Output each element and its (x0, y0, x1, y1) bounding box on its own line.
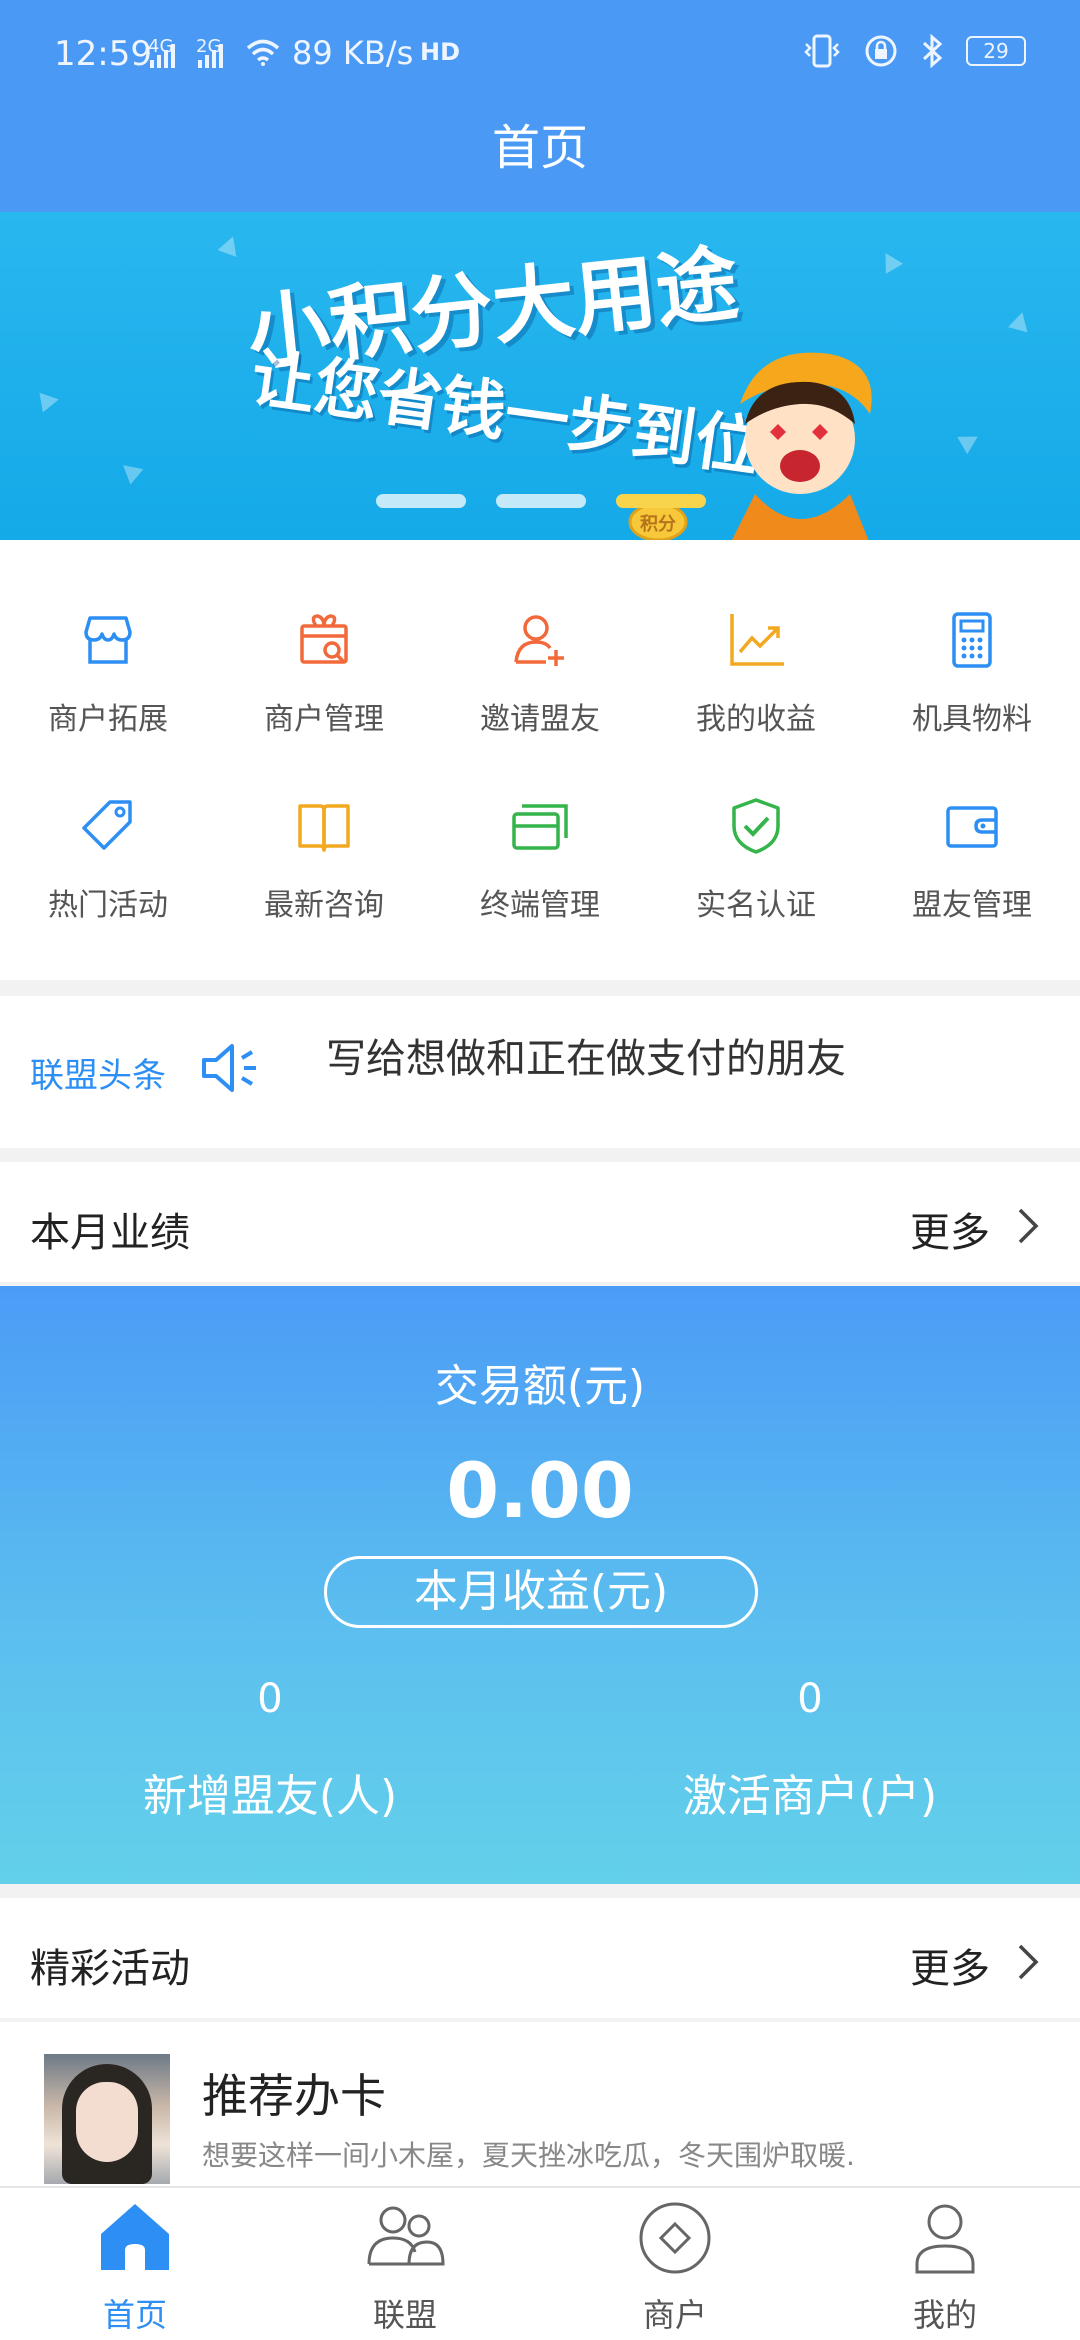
activity-card[interactable]: 推荐办卡 想要这样一间小木屋，夏天挫冰吃瓜，冬天围炉取暖. (0, 2022, 1080, 2192)
decor-shape (39, 389, 61, 413)
grid-item-realname-auth[interactable]: 实名认证 (648, 796, 864, 966)
bottom-navigation: 首页 联盟 商户 我的 (0, 2186, 1080, 2340)
cards-icon (512, 804, 568, 850)
add-user-icon (514, 615, 564, 666)
chevron-right-icon[interactable] (1012, 1206, 1044, 1246)
network-speed: 89 KB/s (292, 34, 414, 72)
grid-item-ally-manage[interactable]: 盟友管理 (864, 796, 1080, 966)
new-allies-value: 0 (257, 1676, 283, 1722)
chart-line-icon (730, 614, 784, 666)
hd-indicator: HD (420, 38, 461, 66)
battery-indicator: 29 (966, 36, 1026, 66)
grid-item-label: 机具物料 (912, 702, 1032, 737)
headline-tag: 联盟头条 (30, 1056, 166, 1096)
users-icon (367, 2206, 445, 2266)
shield-check-icon (732, 798, 780, 854)
grid-item-label: 商户管理 (264, 702, 384, 737)
home-icon (101, 2204, 169, 2270)
nav-home[interactable]: 首页 (0, 2188, 270, 2340)
banner-dot[interactable] (496, 494, 586, 508)
user-icon (915, 2204, 975, 2274)
section-title: 精彩活动 (30, 1946, 190, 1992)
grid-item-label: 邀请盟友 (480, 702, 600, 737)
grid-item-merchant-expand[interactable]: 商户拓展 (0, 610, 216, 780)
store-icon (84, 616, 132, 664)
activity-title: 推荐办卡 (202, 2069, 386, 2123)
calculator-icon (952, 612, 992, 668)
tag-icon (82, 800, 132, 850)
status-right-icons: 29 (802, 34, 1026, 68)
lock-rotation-icon (865, 35, 897, 67)
gift-search-icon (300, 614, 348, 664)
grid-item-merchant-manage[interactable]: 商户管理 (216, 610, 432, 780)
transaction-caption: 交易额(元) (434, 1361, 646, 1412)
decor-shape (217, 233, 243, 257)
feature-grid: 商户拓展 商户管理 邀请盟友 我的收益 机具物料 热门活动 最新咨询 终端管理 … (0, 540, 1080, 980)
performance-card: 交易额(元) 0.00 本月收益(元) 0 0 新增盟友(人) 激活商户(户) (0, 1286, 1080, 1884)
home-page: 12:59 4G 2G 89 KB/s HD 29 首页 小积分大用途 让您省钱… (0, 0, 1080, 2340)
nav-merchant[interactable]: 商户 (540, 2188, 810, 2340)
decor-shape (876, 248, 904, 274)
grid-item-terminal-manage[interactable]: 终端管理 (432, 796, 648, 966)
grid-item-hot-activities[interactable]: 热门活动 (0, 796, 216, 966)
alliance-headline[interactable]: 联盟头条 写给想做和正在做支付的朋友 (0, 996, 1080, 1148)
more-link[interactable]: 更多 (910, 1936, 990, 1994)
grid-item-my-income[interactable]: 我的收益 (648, 610, 864, 780)
activities-header: 精彩活动 更多 (0, 1898, 1080, 2018)
activity-thumbnail (44, 2054, 170, 2184)
thumbnail-face (76, 2082, 138, 2162)
nav-label: 首页 (102, 2296, 167, 2334)
signal-icon (150, 44, 175, 68)
grid-item-terminal-materials[interactable]: 机具物料 (864, 610, 1080, 780)
speaker-icon (202, 1044, 256, 1092)
nav-label: 我的 (912, 2296, 977, 2334)
decor-shape (116, 457, 144, 485)
grid-item-label: 最新咨询 (264, 888, 384, 923)
coin-badge-label: 积分 (640, 514, 676, 535)
grid-item-label: 热门活动 (48, 888, 168, 923)
grid-item-label: 盟友管理 (912, 888, 1032, 923)
promo-banner[interactable]: 小积分大用途 让您省钱一步到位 积分 (0, 212, 1080, 540)
wifi-icon (246, 39, 280, 66)
page-title: 首页 (491, 120, 588, 176)
active-merchants-value: 0 (797, 1676, 823, 1722)
decor-shape (957, 427, 983, 455)
decor-shape (1008, 309, 1032, 333)
nav-mine[interactable]: 我的 (810, 2188, 1080, 2340)
nav-alliance[interactable]: 联盟 (270, 2188, 540, 2340)
transaction-amount: 0.00 (446, 1446, 634, 1535)
status-bar: 12:59 4G 2G 89 KB/s HD 29 (0, 0, 1080, 108)
vibrate-icon (804, 34, 840, 68)
top-bar: 12:59 4G 2G 89 KB/s HD 29 首页 (0, 0, 1080, 212)
active-merchants-label: 激活商户(户) (682, 1771, 938, 1822)
status-time: 12:59 (54, 34, 152, 74)
mascot-illustration (732, 352, 872, 540)
wallet-icon (946, 806, 998, 848)
headline-text[interactable]: 写给想做和正在做支付的朋友 (326, 1026, 846, 1084)
more-link[interactable]: 更多 (910, 1200, 990, 1258)
signal-icon (198, 44, 223, 68)
banner-dot-active[interactable] (616, 494, 706, 508)
new-allies-label: 新增盟友(人) (142, 1771, 398, 1822)
bluetooth-icon (922, 34, 943, 68)
monthly-performance-header: 本月业绩 更多 (0, 1162, 1080, 1282)
grid-item-label: 终端管理 (480, 888, 600, 923)
grid-item-latest-news[interactable]: 最新咨询 (216, 796, 432, 966)
section-title: 本月业绩 (30, 1210, 190, 1256)
nav-label: 联盟 (372, 2296, 437, 2334)
banner-dot[interactable] (376, 494, 466, 508)
book-icon (298, 804, 350, 852)
nav-label: 商户 (642, 2296, 707, 2334)
grid-item-label: 我的收益 (696, 702, 816, 737)
activity-description: 想要这样一间小木屋，夏天挫冰吃瓜，冬天围炉取暖. (202, 2139, 855, 2172)
grid-item-label: 实名认证 (696, 888, 816, 923)
grid-item-invite-ally[interactable]: 邀请盟友 (432, 610, 648, 780)
diamond-circle-icon (639, 2202, 711, 2274)
monthly-income-button[interactable]: 本月收益(元) (324, 1556, 758, 1628)
grid-item-label: 商户拓展 (48, 702, 168, 737)
chevron-right-icon[interactable] (1012, 1942, 1044, 1982)
banner-pagination (376, 494, 706, 508)
